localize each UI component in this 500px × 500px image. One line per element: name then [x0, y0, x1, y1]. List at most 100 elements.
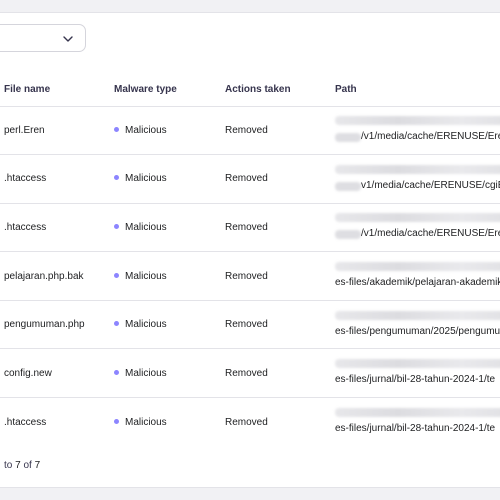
column-header-actions-taken[interactable]: Actions taken [221, 74, 331, 106]
table-row[interactable]: .htaccess Malicious Removed v1/media/cache/… [0, 154, 500, 204]
path-container: /v1/media/cache/ERENUSE/Erenl [335, 110, 500, 150]
action-cell: Removed [221, 348, 331, 398]
table-row[interactable]: pengumuman.php Malicious Removed es-files/p… [0, 299, 500, 349]
redacted-path-line [335, 116, 500, 126]
file-path: v1/media/cache/ERENUSE/cgiEr [361, 179, 500, 191]
path-container: es-files/akademik/pelajaran-akademik [335, 256, 500, 296]
malware-scan-results-card: File name Malware type Actions taken Pat… [0, 12, 500, 488]
file-name: .htaccess [4, 221, 47, 233]
action-taken: Removed [225, 124, 268, 136]
file-name: .htaccess [4, 173, 47, 185]
malware-type: Malicious [125, 270, 167, 282]
table-header-row: File name Malware type Actions taken Pat… [0, 74, 500, 106]
action-taken: Removed [225, 416, 268, 428]
file-name-cell: perl.Eren [0, 105, 110, 155]
path-cell: /v1/media/cache/ERENUSE/Erenl [331, 202, 500, 252]
column-header-path[interactable]: Path [331, 74, 500, 106]
malware-type-cell: Malicious [110, 299, 221, 349]
action-taken: Removed [225, 173, 268, 185]
pagination-range-end: 7 [15, 460, 21, 471]
redacted-path-prefix [335, 181, 361, 191]
malware-type-cell: Malicious [110, 251, 221, 301]
path-cell: es-files/jurnal/bil-28-tahun-2024-1/te [331, 348, 500, 398]
file-name-cell: .htaccess [0, 397, 110, 447]
malware-type: Malicious [125, 367, 167, 379]
path-container: es-files/jurnal/bil-28-tahun-2024-1/te [335, 353, 500, 393]
file-name-cell: pelajaran.php.bak [0, 251, 110, 301]
path-cell: es-files/akademik/pelajaran-akademik [331, 251, 500, 301]
table-row[interactable]: .htaccess Malicious Removed es-files/jurnal… [0, 397, 500, 447]
redacted-path-prefix [335, 133, 361, 143]
table-row[interactable]: .htaccess Malicious Removed/v1/media/cache… [0, 202, 500, 252]
status-dot-icon [114, 369, 119, 375]
malware-files-table: File name Malware type Actions taken Pat… [0, 74, 500, 447]
chevron-down-icon [63, 36, 73, 42]
path-cell: /v1/media/cache/ERENUSE/Erenl [331, 105, 500, 155]
file-name: pengumuman.php [4, 319, 85, 331]
file-path: /v1/media/cache/ERENUSE/Erenl [361, 228, 500, 240]
redacted-path-line [335, 164, 500, 174]
path-container: v1/media/cache/ERENUSE/cgiEr [335, 159, 500, 199]
action-taken: Removed [225, 367, 268, 379]
file-name: config.new [4, 367, 52, 379]
action-cell: Removed [221, 154, 331, 204]
action-cell: Removed [221, 251, 331, 301]
redacted-path-line [335, 310, 500, 320]
malware-type-cell: Malicious [110, 202, 221, 252]
table-row[interactable]: perl.Eren Malicious Removed/v1/media/cache… [0, 105, 500, 155]
malware-type: Malicious [125, 319, 167, 331]
status-dot-icon [114, 272, 119, 278]
file-path: /v1/media/cache/ERENUSE/Erenl [361, 131, 500, 143]
action-cell: Removed [221, 397, 331, 447]
action-taken: Removed [225, 270, 268, 282]
status-dot-icon [114, 418, 119, 424]
file-path: es-files/akademik/pelajaran-akademik [335, 277, 500, 289]
status-dot-icon [114, 126, 119, 132]
file-path: es-files/pengumuman/2025/pengumu [335, 325, 500, 337]
action-cell: Removed [221, 299, 331, 349]
path-container: es-files/jurnal/bil-28-tahun-2024-1/te [335, 402, 500, 442]
file-name: perl.Eren [4, 124, 45, 136]
table-row[interactable]: pelajaran.php.bak Malicious Removed es-file… [0, 251, 500, 301]
malware-type-cell: Malicious [110, 348, 221, 398]
file-name-cell: pengumuman.php [0, 299, 110, 349]
malware-type: Malicious [125, 416, 167, 428]
table-row[interactable]: config.new Malicious Removed es-files/jurna… [0, 348, 500, 398]
status-dot-icon [114, 223, 119, 229]
pagination-of-label: of [23, 460, 32, 471]
file-path: es-files/jurnal/bil-28-tahun-2024-1/te [335, 374, 496, 386]
status-dot-icon [114, 321, 119, 327]
column-header-file-name[interactable]: File name [0, 74, 110, 106]
status-dot-icon [114, 175, 119, 181]
file-name-cell: .htaccess [0, 202, 110, 252]
path-cell: es-files/pengumuman/2025/pengumu [331, 299, 500, 349]
pagination-summary: to 7 of 7 [4, 460, 40, 471]
filter-dropdown[interactable] [0, 24, 86, 52]
action-taken: Removed [225, 319, 268, 331]
path-cell: es-files/jurnal/bil-28-tahun-2024-1/te [331, 397, 500, 447]
file-name: pelajaran.php.bak [4, 270, 84, 282]
redacted-path-line [335, 213, 500, 223]
action-taken: Removed [225, 221, 268, 233]
file-name-cell: .htaccess [0, 154, 110, 204]
malware-type: Malicious [125, 124, 167, 136]
file-path: es-files/jurnal/bil-28-tahun-2024-1/te [335, 423, 496, 435]
redacted-path-line [335, 359, 500, 369]
action-cell: Removed [221, 202, 331, 252]
pagination-total: 7 [34, 460, 41, 471]
file-name: .htaccess [4, 416, 47, 428]
malware-type-cell: Malicious [110, 105, 221, 155]
redacted-path-line [335, 262, 500, 272]
malware-type: Malicious [125, 173, 167, 185]
path-cell: v1/media/cache/ERENUSE/cgiEr [331, 154, 500, 204]
file-name-cell: config.new [0, 348, 110, 398]
path-container: es-files/pengumuman/2025/pengumu [335, 305, 500, 345]
pagination-prefix: to [4, 460, 13, 471]
malware-type-cell: Malicious [110, 397, 221, 447]
action-cell: Removed [221, 105, 331, 155]
malware-type: Malicious [125, 221, 167, 233]
path-container: /v1/media/cache/ERENUSE/Erenl [335, 207, 500, 247]
column-header-malware-type[interactable]: Malware type [110, 74, 221, 106]
malware-type-cell: Malicious [110, 154, 221, 204]
redacted-path-prefix [335, 230, 361, 240]
